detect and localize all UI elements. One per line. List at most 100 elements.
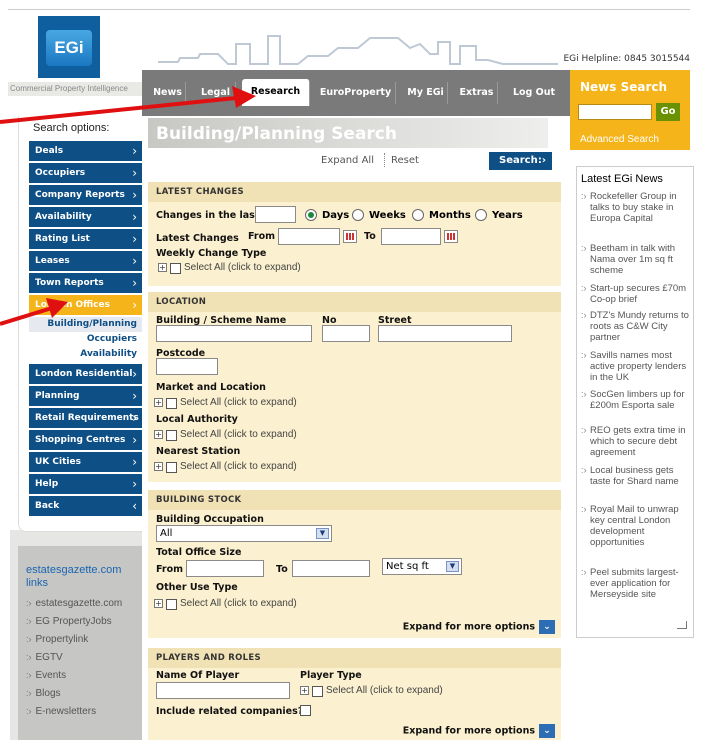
news-item-text: REO gets extra time in which to secure d… [590, 425, 686, 458]
news-search-input[interactable] [578, 104, 652, 120]
news-item[interactable]: :› Beetham in talk with Nama over 1m sq f… [581, 243, 691, 276]
expand-more-label: Expand for more options [402, 621, 535, 633]
go-button[interactable]: Go [656, 103, 680, 121]
sidebar-item-london-residential[interactable]: London Residential › [29, 364, 143, 384]
name-of-player-input[interactable] [156, 682, 290, 699]
news-item[interactable]: :› Royal Mail to unwrap key central Londo… [581, 504, 691, 548]
changes-in-last-input[interactable] [255, 206, 296, 223]
expand-more-options[interactable]: Expand for more options ⌄ [403, 620, 555, 634]
unit-select[interactable]: Net sq ft ▼ [382, 558, 462, 575]
sidebar-item-uk-cities[interactable]: UK Cities › [29, 452, 143, 472]
changes-in-last-label: Changes in the last [156, 210, 260, 221]
size-to-input[interactable] [292, 560, 370, 577]
sidebar-item-label: Rating List [35, 234, 90, 244]
sidebar-subitem-occupiers[interactable]: Occupiers [29, 332, 143, 347]
sidebar-item-back[interactable]: Back ‹ [29, 496, 143, 516]
bullet-icon: :› [581, 389, 587, 399]
sidebar-item-deals[interactable]: Deals › [29, 141, 143, 161]
link-blogs[interactable]: :› Blogs [26, 688, 61, 699]
expand-all-link[interactable]: Expand All [321, 155, 374, 166]
advanced-search-link[interactable]: Advanced Search [580, 134, 659, 145]
select-all-checkbox[interactable] [166, 462, 177, 473]
street-input[interactable] [378, 325, 512, 342]
news-item[interactable]: :› SocGen limbers up for £200m Esporta sa… [581, 389, 691, 411]
sidebar-item-occupiers[interactable]: Occupiers › [29, 163, 143, 183]
days-radio[interactable] [305, 209, 317, 221]
latest-from-input[interactable] [278, 228, 340, 245]
news-item[interactable]: :› DTZ's Mundy returns to roots as C&W Ci… [581, 310, 691, 343]
reset-link[interactable]: Reset [391, 155, 419, 166]
expand-plus-icon[interactable]: + [154, 430, 163, 439]
sidebar-subitem-availability[interactable]: Availability [29, 347, 143, 362]
skyline-graphic [158, 35, 558, 65]
expand-plus-icon[interactable]: + [154, 398, 163, 407]
expand-plus-icon[interactable]: + [154, 462, 163, 471]
sidebar-item-label: London Residential [35, 369, 133, 379]
sidebar-item-leases[interactable]: Leases › [29, 251, 143, 271]
link-e-newsletters[interactable]: :› E-newsletters [26, 706, 96, 717]
news-item[interactable]: :› Savills names most active property len… [581, 350, 691, 383]
news-item[interactable]: :› Rockefeller Group in talks to buy stak… [581, 191, 691, 224]
tab-log-out[interactable]: Log Out [504, 82, 564, 104]
select-all-checkbox[interactable] [166, 430, 177, 441]
select-all-checkbox[interactable] [312, 686, 323, 697]
link-label: Events [35, 670, 67, 681]
select-all-checkbox[interactable] [166, 398, 177, 409]
calendar-icon[interactable] [444, 230, 458, 243]
tab-extras[interactable]: Extras [456, 82, 498, 104]
months-radio[interactable] [412, 209, 424, 221]
bullet-icon: :› [26, 652, 32, 662]
link-estatesgazette[interactable]: :› estatesgazette.com [26, 598, 122, 609]
news-item[interactable]: :› REO gets extra time in which to secure… [581, 425, 691, 458]
calendar-icon[interactable] [343, 230, 357, 243]
number-input[interactable] [322, 325, 370, 342]
sidebar-item-company-reports[interactable]: Company Reports › [29, 185, 143, 205]
total-office-size-label: Total Office Size [156, 547, 242, 558]
select-all-label: Select All (click to expand) [184, 262, 301, 273]
news-item[interactable]: :› Start-up secures £70m Co-op brief [581, 283, 691, 305]
news-item-text: SocGen limbers up for £200m Esporta sale [590, 389, 685, 411]
link-propertylink[interactable]: :› Propertylink [26, 634, 88, 645]
link-egtv[interactable]: :› EGTV [26, 652, 63, 663]
other-use-type-label: Other Use Type [156, 582, 238, 593]
expand-more-options[interactable]: Expand for more options ⌄ [403, 724, 555, 738]
include-related-checkbox[interactable] [300, 705, 311, 716]
link-eg-propertyjobs[interactable]: :› EG PropertyJobs [26, 616, 112, 627]
egi-logo[interactable]: EGi [38, 16, 100, 78]
building-occupation-select[interactable]: All ▼ [156, 525, 332, 542]
expand-plus-icon[interactable]: + [158, 263, 167, 272]
select-all-checkbox[interactable] [170, 263, 181, 274]
sidebar-item-label: Availability [35, 212, 92, 222]
sidebar-item-retail-requirements[interactable]: Retail Requirements › [29, 408, 143, 428]
location-heading: LOCATION [148, 292, 561, 312]
years-radio[interactable] [475, 209, 487, 221]
expand-plus-icon[interactable]: + [154, 599, 163, 608]
expand-plus-icon[interactable]: + [300, 686, 309, 695]
sidebar-item-shopping-centres[interactable]: Shopping Centres › [29, 430, 143, 450]
tab-europroperty[interactable]: EuroProperty [316, 82, 396, 104]
select-all-checkbox[interactable] [166, 599, 177, 610]
sidebar-item-help[interactable]: Help › [29, 474, 143, 494]
sidebar-item-planning[interactable]: Planning › [29, 386, 143, 406]
search-button[interactable]: Search:› [489, 152, 552, 170]
building-name-input[interactable] [156, 325, 312, 342]
news-item[interactable]: :› Local business gets taste for Shard na… [581, 465, 691, 487]
news-item-text: Royal Mail to unwrap key central London … [590, 504, 679, 548]
sidebar-item-label: Shopping Centres [35, 435, 126, 445]
size-from-input[interactable] [186, 560, 264, 577]
news-item-text: Start-up secures £70m Co-op brief [590, 283, 687, 305]
weeks-radio[interactable] [352, 209, 364, 221]
sidebar-item-rating-list[interactable]: Rating List › [29, 229, 143, 249]
postcode-input[interactable] [156, 358, 218, 375]
building-occupation-label: Building Occupation [156, 514, 264, 525]
latest-to-input[interactable] [381, 228, 441, 245]
sidebar-item-label: Help [35, 479, 59, 489]
sidebar-item-availability[interactable]: Availability › [29, 207, 143, 227]
tab-my-egi[interactable]: My EGi [404, 82, 448, 104]
sidebar-item-label: Occupiers [35, 168, 86, 178]
players-roles-panel: PLAYERS AND ROLES Name Of Player Player … [148, 648, 561, 740]
link-events[interactable]: :› Events [26, 670, 66, 681]
chevron-right-icon: › [132, 232, 137, 246]
news-item-text: Savills names most active property lende… [590, 350, 687, 383]
news-item[interactable]: :› Peel submits largest-ever application … [581, 567, 691, 600]
